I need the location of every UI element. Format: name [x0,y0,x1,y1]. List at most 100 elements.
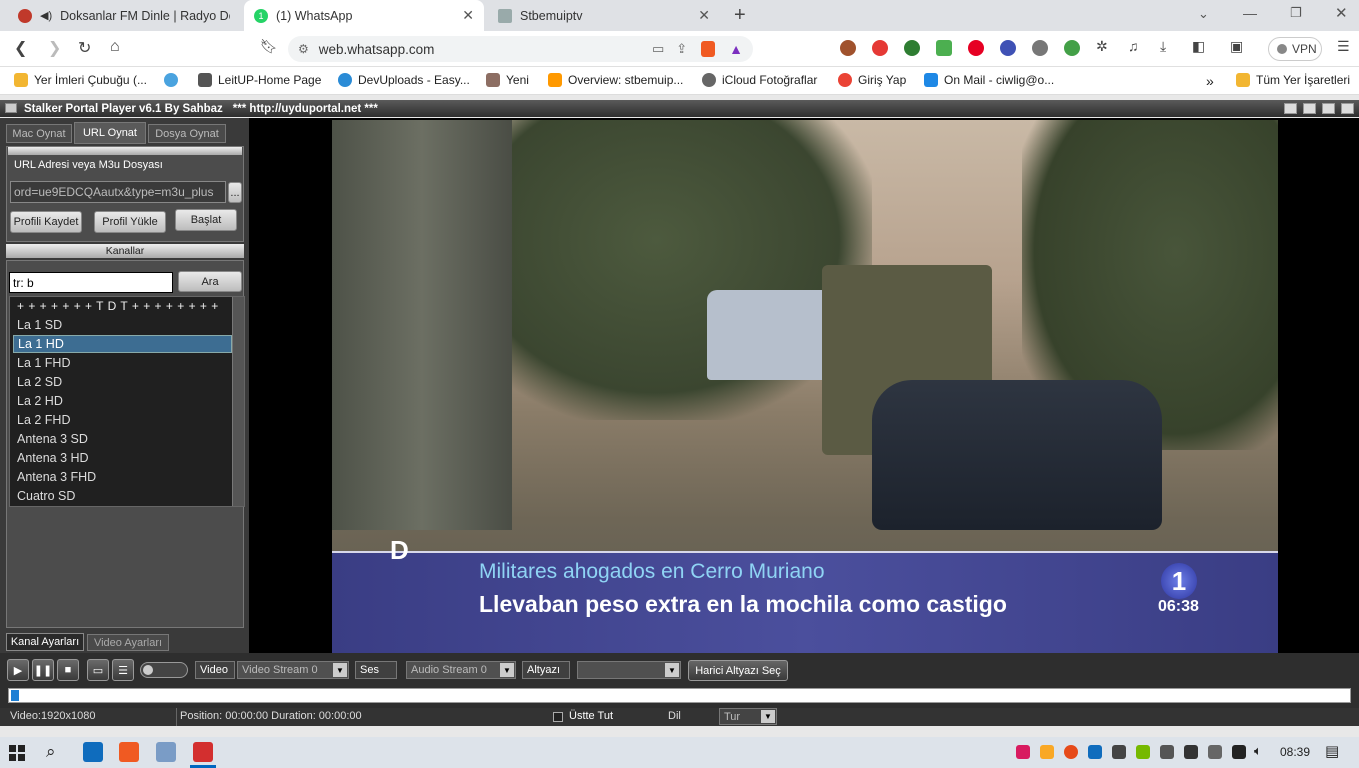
bookmarks-overflow-button[interactable]: » [1206,73,1214,89]
tray-app-icon[interactable] [1016,745,1030,759]
channel-item[interactable]: Antena 3 FHD [13,468,232,486]
tab-mac-oynat[interactable]: Mac Oynat [6,124,72,143]
browser-tab-whatsapp[interactable]: 1 (1) WhatsApp ✕ [244,0,484,31]
tray-update-icon[interactable] [1208,745,1222,759]
video-stream-select[interactable]: Video Stream 0 ▼ [237,661,349,679]
app-close-button[interactable] [1341,103,1354,114]
chevron-down-icon[interactable]: ▼ [665,663,679,677]
site-info-icon[interactable]: ⚙ [298,42,309,56]
volume-icon[interactable]: 🔈︎ [1254,743,1262,759]
url-input[interactable]: ord=ue9EDCQAautx&type=m3u_plus [10,181,226,203]
channel-item[interactable]: Cuatro SD [13,487,232,505]
download-icon[interactable]: ⤓ [1160,38,1166,55]
tray-display-icon[interactable] [1160,745,1174,759]
fullscreen-button[interactable]: ▭ [87,659,109,681]
green-extension-icon[interactable] [904,40,920,56]
close-tab-icon[interactable]: ✕ [462,7,474,24]
vpn-button[interactable]: VPN [1268,37,1322,61]
channel-group-label[interactable]: + + + + + + + T D T + + + + + + + + [13,297,232,315]
notifications-icon[interactable]: ▤ [1325,742,1339,760]
tray-browser-icon[interactable] [1064,745,1078,759]
video-frame[interactable]: D Militares ahogados en Cerro Muriano Ll… [332,120,1278,653]
app-window-icon[interactable] [156,742,176,762]
save-profile-button[interactable]: Profili Kaydet [10,211,82,233]
playlist-button[interactable]: ☰ [112,659,134,681]
bookmark-item[interactable]: Overview: stbemuip... [548,73,683,87]
search-button[interactable]: Ara [178,271,242,292]
tray-monitor-icon[interactable] [1184,745,1198,759]
tray-tool-icon[interactable] [1112,745,1126,759]
stop-button[interactable]: ■ [57,659,79,681]
bookmark-item[interactable]: LeitUP-Home Page [198,73,321,87]
taskbar-clock[interactable]: 08:39 [1280,745,1310,759]
search-icon[interactable]: ⌕ [46,742,56,762]
restore-window-icon[interactable]: ❐ [1290,5,1302,21]
app-minimize-button[interactable] [1284,103,1297,114]
address-bar[interactable]: ⚙ web.whatsapp.com ▭ ⇪ ▲ [288,36,753,62]
bookmark-item[interactable] [164,73,178,87]
close-window-icon[interactable]: ✕ [1335,4,1348,22]
brave-shield-icon[interactable] [701,41,716,57]
chevron-down-icon[interactable]: ▼ [333,663,347,677]
chevron-down-icon[interactable]: ▼ [500,663,514,677]
nvidia-icon[interactable] [1136,745,1150,759]
extensions-icon[interactable]: ✲ [1096,38,1108,55]
app-restore-button[interactable] [1303,103,1316,114]
channel-item[interactable]: La 1 SD [13,316,232,334]
tray-outlook-icon[interactable] [1088,745,1102,759]
tool-extension-icon[interactable] [1032,40,1048,56]
browse-file-button[interactable]: ... [228,182,242,203]
all-bookmarks-folder[interactable]: Tüm Yer İşaretleri [1236,73,1350,87]
tab-dosya-oynat[interactable]: Dosya Oynat [148,124,226,143]
volume-slider[interactable] [140,662,188,678]
audio-stream-select[interactable]: Audio Stream 0 ▼ [406,661,516,679]
wallet-icon[interactable]: ▣ [1230,38,1243,55]
shield-extension-icon[interactable] [936,40,952,56]
channel-item[interactable]: La 2 FHD [13,411,232,429]
tab-search-icon[interactable]: ⌄ [1198,6,1209,22]
volume-slider-handle[interactable] [143,665,153,675]
forward-icon[interactable]: ❯ [48,38,61,58]
channel-item[interactable]: La 2 HD [13,392,232,410]
music-icon[interactable]: ♫ [1128,38,1139,54]
menu-icon[interactable]: ☰ [1337,38,1350,55]
seek-bar[interactable] [8,688,1351,703]
brave-rewards-icon[interactable]: ▲ [729,41,743,57]
orb-extension-icon[interactable] [1000,40,1016,56]
minimize-window-icon[interactable]: — [1243,5,1257,21]
brave-icon[interactable] [119,742,139,762]
windows-start-icon[interactable] [9,745,25,761]
pause-button[interactable]: ❚❚ [32,659,54,681]
tab-kanal-ayarlari[interactable]: Kanal Ayarları [6,633,84,651]
new-tab-button[interactable]: + [734,4,746,27]
bookmark-item[interactable]: On Mail - ciwlig@o... [924,73,1054,87]
pinterest-icon[interactable] [968,40,984,56]
speaker-icon[interactable]: ◀) [40,9,52,22]
adblock-extension-icon[interactable] [872,40,888,56]
channel-item[interactable]: Antena 3 HD [13,449,232,467]
tab-url-oynat[interactable]: URL Oynat [74,122,146,144]
sidebar-icon[interactable]: ◧ [1192,38,1205,55]
bookmark-item[interactable]: iCloud Fotoğraflar [702,73,817,87]
channel-item-selected[interactable]: La 1 HD [13,335,232,353]
always-on-top-checkbox[interactable] [553,712,563,722]
external-subtitle-button[interactable]: Harici Altyazı Seç [688,660,788,681]
close-tab-icon[interactable]: ✕ [698,7,710,24]
outlook-icon[interactable] [83,742,103,762]
link-extension-icon[interactable] [1064,40,1080,56]
cast-icon[interactable]: ▭ [652,41,664,57]
tab-video-ayarlari[interactable]: Video Ayarları [87,634,169,651]
subtitle-select[interactable]: ▼ [577,661,681,679]
browser-tab-stbemuiptv[interactable]: Stbemuiptv ✕ [488,0,720,31]
home-icon[interactable]: ⌂ [110,38,120,56]
bookmark-icon[interactable]: 🔖︎ [260,38,278,55]
share-icon[interactable]: ⇪ [676,41,687,57]
tray-audio-app-icon[interactable] [1232,745,1246,759]
channel-list-scrollbar[interactable] [232,297,244,506]
app-maximize-button[interactable] [1322,103,1335,114]
load-profile-button[interactable]: Profil Yükle [94,211,166,233]
chevron-down-icon[interactable]: ▼ [761,710,775,723]
tray-shield-icon[interactable] [1040,745,1054,759]
channel-item[interactable]: La 1 FHD [13,354,232,372]
bookmark-item[interactable]: Yeni [486,73,529,87]
